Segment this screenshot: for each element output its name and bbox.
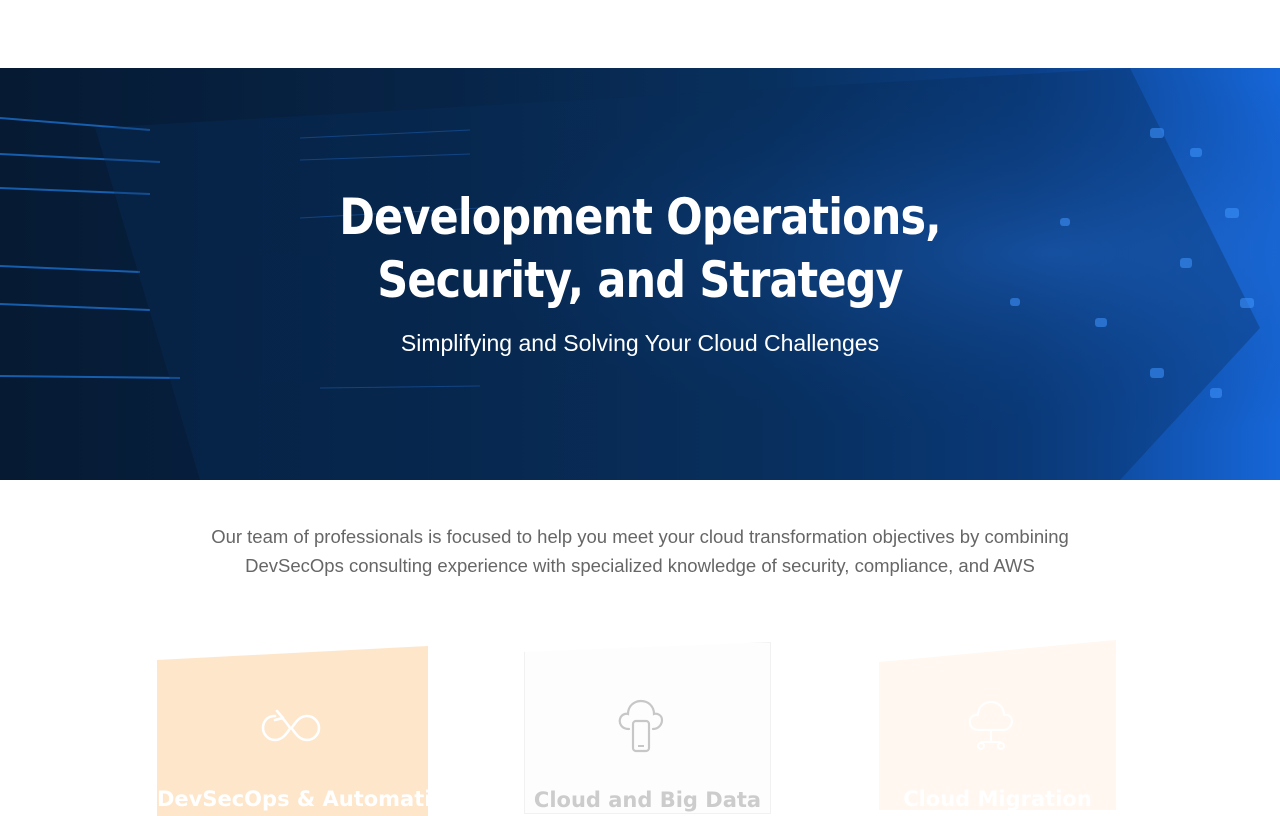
service-card-devsecops[interactable]: DevSecOps & Automation (157, 646, 428, 816)
hero-subtitle: Simplifying and Solving Your Cloud Chall… (400, 330, 880, 356)
card-title: Cloud Migration (903, 787, 1092, 810)
top-navigation-bar (0, 0, 1280, 68)
card-title: Cloud and Big Data (533, 788, 762, 812)
infinity-loop-icon (261, 709, 321, 742)
service-card-cloud-migration[interactable]: Cloud Migration (879, 640, 1116, 810)
hero-title: Development Operations, Security, and St… (339, 188, 941, 309)
intro-paragraph: Our team of professionals is focused to … (211, 526, 1069, 576)
cloud-network-icon (968, 700, 1014, 750)
hero-banner: Development Operations, Security, and St… (0, 68, 1280, 480)
card-title: DevSecOps & Automation (157, 787, 428, 811)
hero-content: Development Operations, Security, and St… (0, 68, 1280, 480)
cloud-mobile-icon (618, 699, 664, 753)
service-card-cloud-big-data[interactable]: Cloud and Big Data (524, 642, 771, 814)
